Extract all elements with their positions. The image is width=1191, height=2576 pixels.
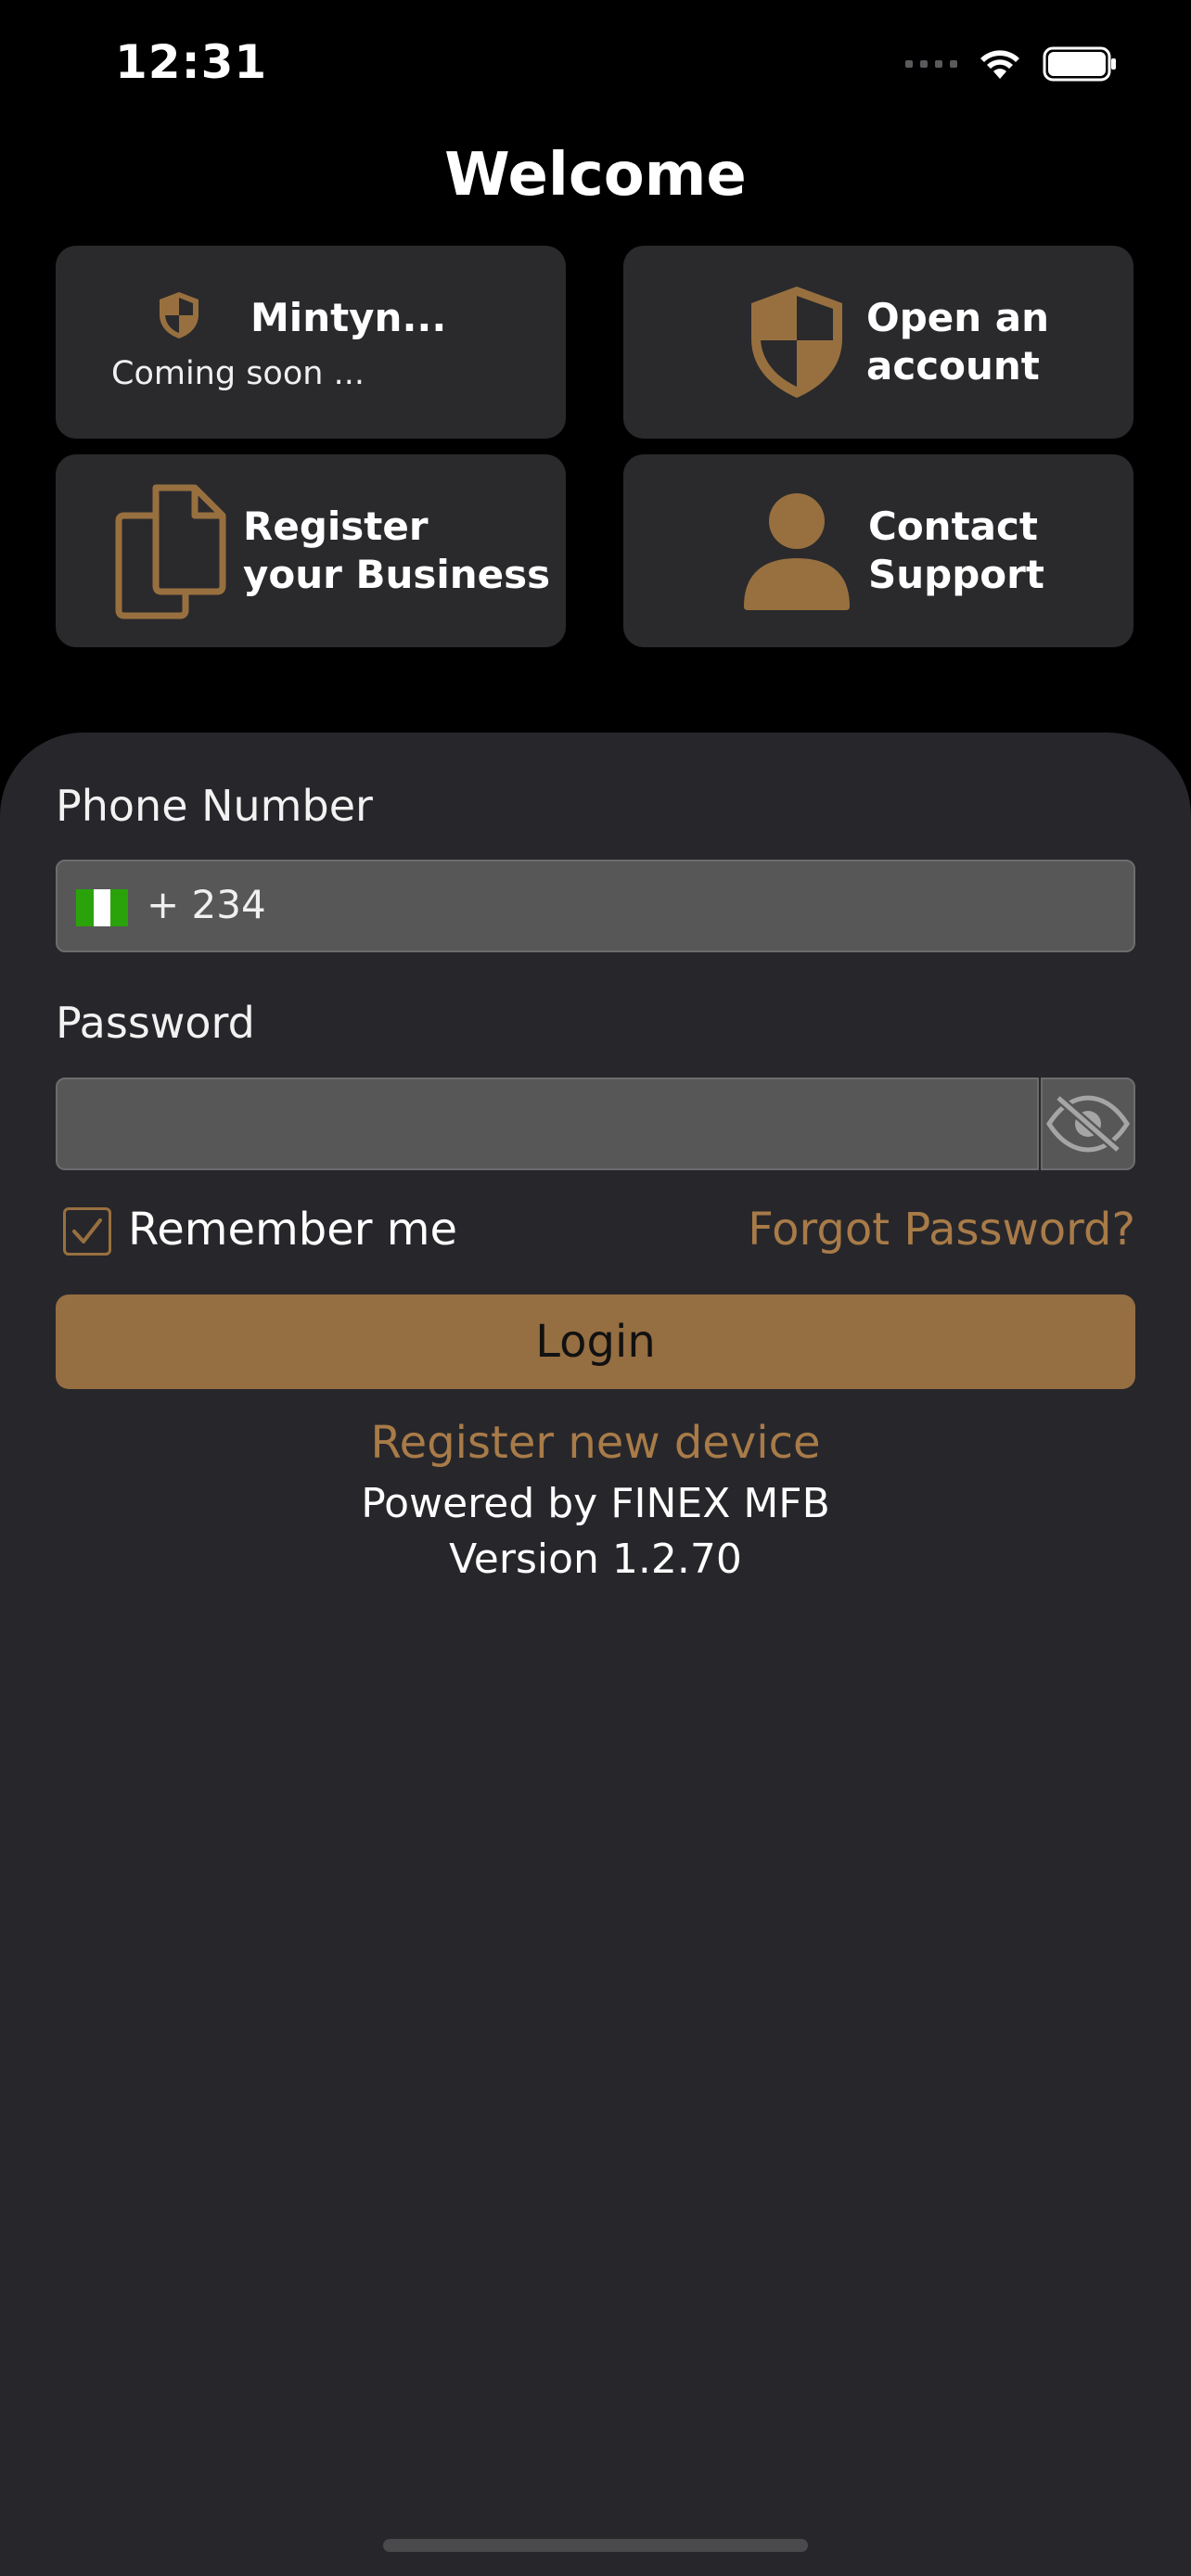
contact-support-tile[interactable]: Contact Support	[623, 454, 1133, 647]
shield-icon	[160, 292, 198, 338]
status-bar: 12:31	[0, 0, 1191, 139]
page-title: Welcome	[444, 141, 747, 210]
eye-slash-icon	[1046, 1094, 1130, 1154]
shield-icon	[751, 287, 842, 398]
cellular-signal-icon	[905, 60, 957, 68]
forgot-password-link[interactable]: Forgot Password?	[748, 1204, 1135, 1256]
checkmark-icon	[72, 1218, 102, 1243]
battery-icon	[1043, 46, 1116, 82]
wifi-icon	[980, 50, 1019, 79]
password-label: Password	[56, 998, 255, 1048]
password-field[interactable]	[56, 1078, 1039, 1170]
remember-me-label[interactable]: Remember me	[128, 1204, 457, 1256]
mintyn-label: Mintyn...	[250, 295, 447, 340]
status-icons	[905, 46, 1117, 82]
open-account-tile[interactable]: Open an account	[623, 246, 1133, 439]
open-account-label-line1: Open an	[866, 295, 1050, 340]
phone-number-label: Phone Number	[56, 781, 373, 831]
nigeria-flag-icon[interactable]	[76, 889, 129, 926]
register-business-tile[interactable]: Register your Business	[56, 454, 566, 647]
login-button[interactable]: Login	[56, 1294, 1135, 1389]
home-indicator[interactable]	[383, 2539, 808, 2552]
status-time: 12:31	[115, 35, 268, 89]
documents-icon	[115, 484, 226, 619]
register-business-label-line1: Register	[243, 504, 429, 549]
mintyn-tile[interactable]: Mintyn... Coming soon ...	[56, 246, 566, 439]
register-business-label-line2: your Business	[243, 552, 551, 597]
person-icon	[744, 493, 850, 610]
contact-support-label-line2: Support	[868, 552, 1044, 597]
powered-by-text: Powered by FINEX MFB	[361, 1480, 830, 1527]
toggle-password-visibility-button[interactable]	[1041, 1078, 1135, 1170]
phone-prefix: + 234	[147, 882, 266, 927]
coming-soon-label: Coming soon ...	[111, 355, 365, 392]
register-new-device-link[interactable]: Register new device	[0, 1417, 1191, 1469]
phone-number-field[interactable]: + 234	[56, 860, 1135, 952]
remember-me-checkbox[interactable]	[63, 1207, 111, 1256]
version-text: Version 1.2.70	[449, 1536, 742, 1583]
contact-support-label-line1: Contact	[868, 504, 1038, 549]
open-account-label-line2: account	[866, 343, 1040, 389]
